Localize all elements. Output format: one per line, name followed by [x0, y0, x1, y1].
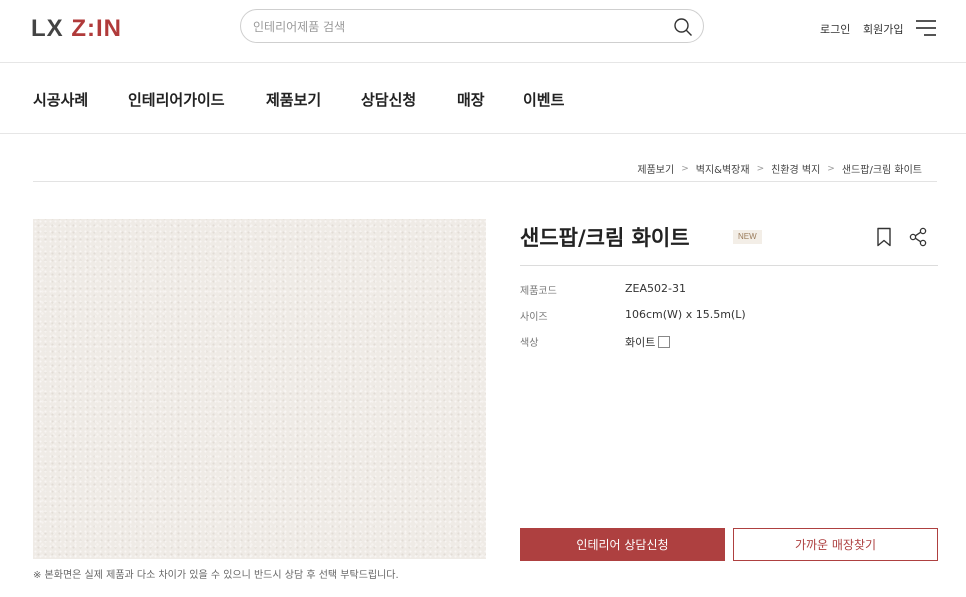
image-notice: ※ 본화면은 실제 제품과 다소 차이가 있을 수 있으니 반드시 상담 후 선… — [33, 570, 399, 581]
breadcrumb-item[interactable]: 벽지&벽장재 — [696, 161, 750, 176]
find-store-button[interactable]: 가까운 매장찾기 — [733, 528, 938, 561]
new-badge: NEW — [733, 230, 762, 244]
spec-value-color-row: 화이트 — [625, 334, 671, 350]
search-input[interactable] — [253, 17, 653, 37]
nav-item-consult[interactable]: 상담신청 — [361, 89, 416, 110]
spec-value-color: 화이트 — [625, 336, 656, 349]
site-header: LX Z:IN 로그인 회원가입 — [0, 0, 966, 63]
color-swatch — [658, 336, 671, 348]
breadcrumb-item[interactable]: 친환경 벽지 — [771, 161, 820, 176]
nav-item-store[interactable]: 매장 — [457, 89, 485, 110]
nav-item-products[interactable]: 제품보기 — [266, 89, 321, 110]
main-nav: 시공사례 인테리어가이드 제품보기 상담신청 매장 이벤트 — [0, 63, 966, 134]
share-icon — [909, 227, 927, 247]
menu-bar — [916, 27, 936, 29]
search-box — [240, 9, 704, 43]
breadcrumb-item[interactable]: 제품보기 — [637, 161, 674, 176]
search-icon — [674, 18, 692, 36]
logo-accent-text: Z:IN — [71, 15, 122, 42]
logo-main-text: LX — [31, 15, 72, 42]
spec-value-size: 106cm(W) x 15.5m(L) — [625, 308, 746, 321]
brand-logo[interactable]: LX Z:IN — [31, 15, 122, 43]
chevron-right-icon: > — [681, 163, 689, 174]
consult-request-button[interactable]: 인테리어 상담신청 — [520, 528, 725, 561]
spec-label-size: 사이즈 — [520, 312, 548, 323]
spec-label-code: 제품코드 — [520, 286, 557, 297]
spec-value-code: ZEA502-31 — [625, 282, 686, 295]
chevron-right-icon: > — [827, 163, 835, 174]
breadcrumb-item-current[interactable]: 샌드팝/크림 화이트 — [842, 161, 922, 176]
join-link[interactable]: 회원가입 — [863, 21, 903, 37]
menu-bar — [924, 34, 936, 36]
product-image[interactable] — [33, 219, 486, 559]
nav-item-guide[interactable]: 인테리어가이드 — [128, 89, 225, 110]
spec-label-color: 색상 — [520, 338, 539, 349]
bookmark-icon — [877, 227, 891, 247]
menu-icon[interactable] — [916, 19, 936, 36]
menu-bar — [916, 20, 936, 22]
chevron-right-icon: > — [756, 163, 765, 174]
login-link[interactable]: 로그인 — [820, 21, 850, 37]
nav-item-event[interactable]: 이벤트 — [523, 89, 564, 110]
divider — [33, 181, 937, 182]
nav-item-cases[interactable]: 시공사례 — [33, 89, 88, 110]
bookmark-button[interactable] — [876, 227, 892, 247]
search-button[interactable] — [671, 15, 695, 39]
divider — [520, 265, 938, 266]
product-title: 샌드팝/크림 화이트 — [520, 226, 690, 250]
share-button[interactable] — [909, 227, 927, 247]
breadcrumb: 제품보기 > 벽지&벽장재 > 친환경 벽지 > 샌드팝/크림 화이트 — [637, 161, 922, 177]
